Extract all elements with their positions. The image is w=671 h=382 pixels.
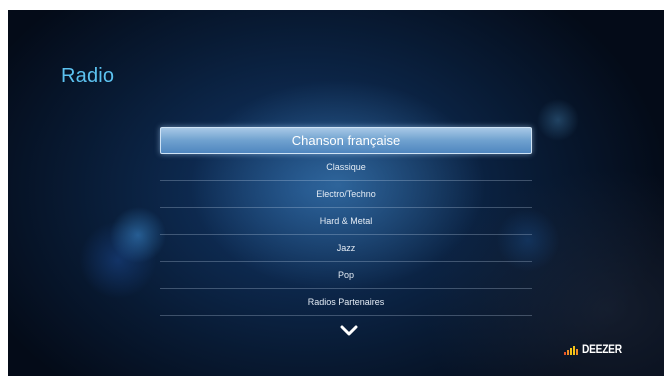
list-item-jazz[interactable]: Jazz xyxy=(160,235,532,262)
list-item-classique[interactable]: Classique xyxy=(160,154,532,181)
list-item-pop[interactable]: Pop xyxy=(160,262,532,289)
list-item-chanson-francaise[interactable]: Chanson française xyxy=(160,127,532,154)
chevron-down-icon[interactable] xyxy=(340,325,358,337)
tv-screen: Radio Chanson française Classique Electr… xyxy=(8,10,664,376)
deezer-logo: DEEZER xyxy=(564,343,629,355)
list-item-radios-partenaires[interactable]: Radios Partenaires xyxy=(160,289,532,316)
list-item-hard-metal[interactable]: Hard & Metal xyxy=(160,208,532,235)
radio-genre-list: Chanson française Classique Electro/Tech… xyxy=(160,127,532,316)
list-item-electro-techno[interactable]: Electro/Techno xyxy=(160,181,532,208)
deezer-equalizer-icon xyxy=(564,345,578,355)
deezer-logo-text: DEEZER xyxy=(582,342,622,356)
page-title: Radio xyxy=(61,65,115,87)
